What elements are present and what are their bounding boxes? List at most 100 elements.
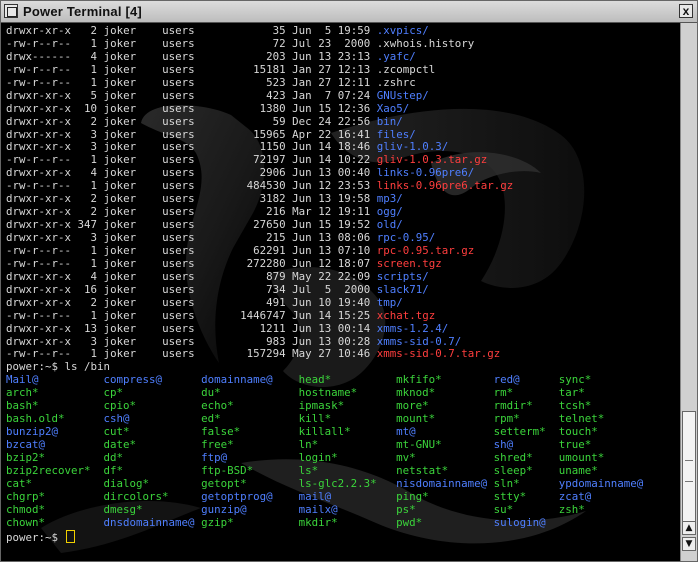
bin-entry: dircolors*	[103, 489, 169, 503]
bin-entry: ls-glc2.2.3*	[298, 476, 377, 490]
file-name: screen.tgz	[376, 256, 442, 270]
file-name: tmp/	[376, 295, 403, 309]
bin-entry: dd*	[103, 450, 124, 464]
file-month: Jun	[292, 295, 312, 309]
file-permissions: -rw-r--r--	[6, 75, 72, 89]
file-permissions: drwxr-xr-x	[6, 166, 72, 180]
window-menu-icon[interactable]	[4, 4, 18, 18]
link-count: 3	[77, 334, 98, 348]
file-owner: joker	[103, 166, 137, 180]
file-month: Jun	[292, 49, 312, 63]
file-permissions: -rw-r--r--	[6, 153, 72, 167]
file-group: users	[162, 231, 195, 244]
file-permissions: drwxr-xr-x	[6, 231, 72, 244]
file-name: xmms-sid-0.7/	[376, 334, 462, 348]
terminal-view[interactable]: drwxr-xr-x 2 joker users 35 Jun 5 19:59 …	[1, 23, 680, 561]
scrollbar-thumb[interactable]	[682, 411, 696, 535]
file-owner: joker	[103, 205, 137, 219]
file-time: 19:11	[337, 205, 371, 219]
bin-entry: ipmask*	[298, 399, 345, 413]
link-count: 2	[77, 295, 98, 309]
link-count: 13	[77, 321, 98, 335]
file-group: users	[162, 62, 195, 76]
vertical-scrollbar[interactable]: ▲ ▼	[680, 23, 697, 561]
cursor-icon	[65, 529, 75, 543]
bin-entry: compress@	[103, 373, 163, 387]
file-time: 2000	[337, 36, 371, 50]
scroll-down-arrow-icon[interactable]: ▼	[682, 537, 696, 551]
bin-entry: mkdir*	[298, 515, 338, 529]
file-month: Jun	[292, 231, 312, 244]
bin-entry: mt-GNU*	[396, 438, 442, 451]
active-prompt: power:~$	[6, 530, 65, 544]
bin-entry: chgrp*	[6, 489, 46, 503]
file-name: .xvpics/	[376, 24, 429, 37]
file-day: 27	[318, 75, 332, 89]
file-time: 00:14	[337, 321, 371, 335]
file-group: users	[162, 308, 195, 322]
file-month: Jan	[292, 88, 312, 102]
bin-entry: more*	[396, 399, 429, 413]
file-group: users	[162, 179, 195, 193]
file-size: 983	[201, 334, 286, 348]
file-day: 13	[318, 243, 332, 257]
file-permissions: drwxr-xr-x	[6, 114, 72, 128]
file-time: 07:10	[337, 243, 371, 257]
bin-entry: nisdomainname@	[396, 476, 488, 490]
file-size: 734	[201, 282, 286, 296]
file-time: 00:40	[337, 166, 371, 180]
file-permissions: drwxr-xr-x	[6, 101, 72, 115]
bin-entry: netstat*	[396, 463, 449, 477]
bin-entry: hostname*	[298, 386, 358, 400]
link-count: 1	[77, 347, 98, 361]
file-name: slack71/	[376, 282, 429, 296]
bin-entry: ps*	[396, 502, 416, 516]
bin-entry: mknod*	[396, 386, 436, 400]
file-permissions: -rw-r--r--	[6, 256, 72, 270]
file-group: users	[162, 75, 195, 89]
bin-entry: umount*	[558, 450, 605, 464]
file-name: xmms-1.2.4/	[376, 321, 449, 335]
close-icon[interactable]: x	[679, 4, 693, 18]
file-day: 13	[318, 192, 332, 206]
file-day: 27	[318, 62, 332, 76]
bin-entry: sulogin@	[493, 515, 546, 529]
file-size: 2906	[201, 166, 286, 180]
bin-entry: sleep*	[493, 463, 533, 477]
file-owner: joker	[103, 321, 137, 335]
file-size: 523	[201, 75, 286, 89]
file-time: 08:06	[337, 231, 371, 244]
file-owner: joker	[103, 231, 137, 244]
bin-entry: chown*	[6, 515, 46, 529]
file-permissions: -rw-r--r--	[6, 62, 72, 76]
bin-entry: touch*	[558, 425, 598, 439]
link-count: 1	[77, 256, 98, 270]
file-name: .yafc/	[376, 49, 416, 63]
file-size: 3182	[201, 192, 286, 206]
title-bar[interactable]: Power Terminal [4] x	[1, 1, 697, 23]
file-name: .zshrc	[376, 75, 416, 89]
file-month: Jun	[292, 243, 312, 257]
scroll-up-arrow-icon[interactable]: ▲	[682, 521, 696, 535]
bin-entry: free*	[201, 438, 234, 451]
bin-entry: stty*	[493, 489, 527, 503]
file-month: Jan	[292, 75, 312, 89]
bin-entry: true*	[558, 438, 592, 451]
bin-entry: ed*	[201, 412, 221, 426]
file-size: 203	[201, 49, 286, 63]
file-owner: joker	[103, 114, 137, 128]
link-count: 2	[77, 114, 98, 128]
file-group: users	[162, 24, 195, 37]
file-name: Xao5/	[376, 101, 410, 115]
file-owner: joker	[103, 24, 137, 37]
link-count: 1	[77, 243, 98, 257]
file-size: 15181	[201, 62, 286, 76]
file-owner: joker	[103, 101, 137, 115]
bin-entry: pwd*	[396, 515, 423, 529]
file-name: scripts/	[376, 269, 429, 283]
bin-entry: gzip*	[201, 515, 234, 529]
command-prompt: power:~$ ls /bin	[6, 360, 111, 374]
file-size: 15965	[201, 127, 286, 141]
file-group: users	[162, 347, 195, 361]
file-size: 484530	[201, 179, 286, 193]
